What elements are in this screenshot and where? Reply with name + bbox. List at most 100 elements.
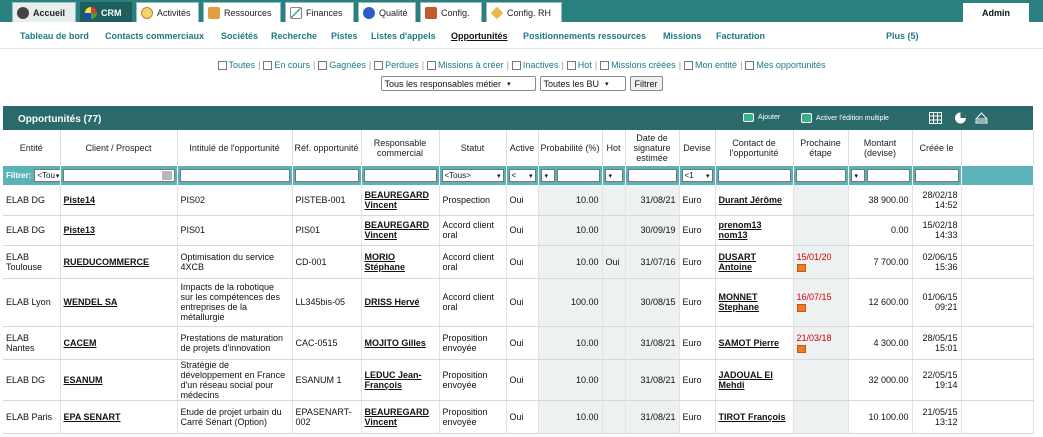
tab-config-rh[interactable]: Config. RH [486, 2, 562, 22]
nav-contacts-commerciaux[interactable]: Contacts commerciaux [105, 31, 204, 41]
col-probabilite[interactable]: Probabilité (%) [538, 130, 603, 166]
spreadsheet-icon[interactable] [929, 112, 942, 124]
col-montant[interactable]: Montant (devise) [848, 130, 913, 166]
date-filter-input[interactable] [627, 169, 677, 182]
entite-filter-select[interactable]: <Tou ▾ [34, 169, 59, 182]
ref-filter-input[interactable] [294, 169, 359, 182]
probabilite-filter-input[interactable] [556, 169, 600, 182]
checkbox[interactable] [318, 60, 328, 70]
calendar-icon[interactable] [796, 344, 806, 353]
col-ref[interactable]: Réf. opportunité [292, 130, 362, 166]
col-responsable[interactable]: Responsable commercial [361, 130, 440, 166]
cell-client-text[interactable]: EPA SENART [64, 412, 121, 422]
filter-mon-entite[interactable]: Mon entité [684, 60, 737, 70]
admin-menu[interactable]: Admin [963, 3, 1029, 22]
filter-en-cours[interactable]: En cours [263, 60, 310, 70]
cell-client-text[interactable]: WENDEL SA [64, 297, 118, 307]
cell-responsable-text[interactable]: BEAUREGARD Vincent [365, 407, 430, 427]
statut-filter-select[interactable]: <Tous> ▾ [441, 169, 504, 182]
cell-contact-text[interactable]: MONNET Stephane [719, 292, 760, 312]
probabilite-operator-select[interactable]: ▾ [540, 169, 555, 182]
cell-contact-text[interactable]: JADOUAL El Mehdi [719, 370, 773, 390]
filter-gagnees[interactable]: Gagnées [318, 60, 366, 70]
responsable-filter-input[interactable] [363, 169, 437, 182]
cell-responsable-text[interactable]: MORIO Stéphane [365, 252, 406, 272]
nav-missions[interactable]: Missions [663, 31, 702, 41]
table-row[interactable]: ELAB Toulouse RUEDUCOMMERCE Optimisation d… [3, 245, 1034, 279]
cell-contact-text[interactable]: Durant Jérôme [719, 195, 783, 205]
nav-pistes[interactable]: Pistes [331, 31, 358, 41]
table-row[interactable]: ELAB Lyon WENDEL SA Impacts de la robotiqu… [3, 278, 1034, 327]
lookup-icon[interactable] [161, 171, 172, 180]
col-intitule[interactable]: Intitulé de l'opportunité [177, 130, 293, 166]
cell-contact-text[interactable]: prenom13 nom13 [719, 220, 762, 240]
cell-responsable-text[interactable]: DRISS Hervé [365, 297, 420, 307]
col-contact[interactable]: Contact de l'opportunité [715, 130, 794, 166]
tab-activites[interactable]: Activités [136, 2, 199, 22]
table-row[interactable]: ELAB Paris EPA SENART Etude de projet urba… [3, 400, 1034, 434]
col-entite[interactable]: Entité [3, 130, 61, 166]
etape-filter-input[interactable] [795, 169, 846, 182]
checkbox[interactable] [374, 60, 384, 70]
contact-filter-input[interactable] [717, 169, 791, 182]
nav-recherche[interactable]: Recherche [271, 31, 317, 41]
cell-responsable-text[interactable]: BEAUREGARD Vincent [365, 220, 430, 240]
table-row[interactable]: ELAB DG Piste14 PIS02 PISTEB-001 BEAUREGARD … [3, 185, 1034, 216]
nav-listes-appels[interactable]: Listes d'appels [371, 31, 436, 41]
cell-client-text[interactable]: Piste14 [64, 195, 96, 205]
table-row[interactable]: ELAB Nantes CACEM Prestations de maturatio… [3, 326, 1034, 360]
filtrer-button[interactable]: Filtrer [629, 76, 663, 91]
tab-qualite[interactable]: Qualité [358, 2, 416, 22]
nav-tableau-de-bord[interactable]: Tableau de bord [20, 31, 89, 41]
filter-mes-opportunites[interactable]: Mes opportunités [745, 60, 825, 70]
cell-client-text[interactable]: ESANUM [64, 375, 103, 385]
checkbox[interactable] [427, 60, 437, 70]
filter-missions-creees[interactable]: Missions créées [600, 60, 676, 70]
eject-icon[interactable] [975, 112, 988, 124]
multi-edit-button[interactable]: Activer l'édition multiple [801, 113, 889, 123]
nav-positionnements[interactable]: Positionnements ressources [523, 31, 646, 41]
checkbox[interactable] [263, 60, 273, 70]
responsables-select[interactable]: Tous les responsables métier ▾ [380, 76, 536, 91]
devise-filter-select[interactable]: <1 ▾ [681, 169, 713, 182]
hot-filter-select[interactable]: ▾ [604, 169, 623, 182]
nav-plus[interactable]: Plus (5) [886, 31, 919, 41]
active-filter-select[interactable]: < ▾ [508, 169, 536, 182]
col-date-signature[interactable]: Date de signature estimée [625, 130, 680, 166]
col-hot[interactable]: Hot [602, 130, 626, 166]
col-cree-le[interactable]: Créée le [912, 130, 962, 166]
tab-crm[interactable]: CRM [80, 2, 132, 22]
montant-filter-input[interactable] [866, 169, 910, 182]
client-filter-input[interactable] [62, 169, 175, 182]
filter-inactives[interactable]: Inactives [511, 60, 558, 70]
checkbox[interactable] [511, 60, 521, 70]
tab-finances[interactable]: Finances [285, 2, 354, 22]
cell-client-text[interactable]: CACEM [64, 338, 97, 348]
cell-responsable-text[interactable]: LEDUC Jean-François [365, 370, 422, 390]
filter-toutes[interactable]: Toutes [217, 60, 255, 70]
nav-facturation[interactable]: Facturation [716, 31, 765, 41]
intitule-filter-input[interactable] [179, 169, 290, 182]
cell-responsable-text[interactable]: BEAUREGARD Vincent [365, 190, 430, 210]
col-client[interactable]: Client / Prospect [60, 130, 178, 166]
cell-contact-text[interactable]: TIROT François [719, 412, 786, 422]
nav-opportunites[interactable]: Opportunités [451, 31, 508, 41]
filter-missions-a-creer[interactable]: Missions à créer [427, 60, 504, 70]
montant-operator-select[interactable]: ▾ [850, 169, 865, 182]
cell-client-text[interactable]: Piste13 [64, 225, 96, 235]
col-statut[interactable]: Statut [439, 130, 507, 166]
checkbox[interactable] [566, 60, 576, 70]
cell-client-text[interactable]: RUEDUCOMMERCE [64, 257, 150, 267]
checkbox[interactable] [684, 60, 694, 70]
add-button[interactable]: Ajouter [743, 113, 780, 122]
col-active[interactable]: Active [506, 130, 539, 166]
cell-contact-text[interactable]: DUSART Antoine [719, 252, 757, 272]
table-row[interactable]: ELAB DG Piste13 PIS01 PIS01 BEAUREGARD Vince… [3, 215, 1034, 246]
calendar-icon[interactable] [796, 263, 806, 272]
cell-responsable-text[interactable]: MOJITO Gilles [365, 338, 426, 348]
cree-filter-input[interactable] [914, 169, 959, 182]
calendar-icon[interactable] [796, 304, 806, 312]
col-devise[interactable]: Devise [679, 130, 716, 166]
checkbox[interactable] [745, 60, 755, 70]
table-row[interactable]: ELAB DG ESANUM Stratégie de développement … [3, 359, 1034, 401]
